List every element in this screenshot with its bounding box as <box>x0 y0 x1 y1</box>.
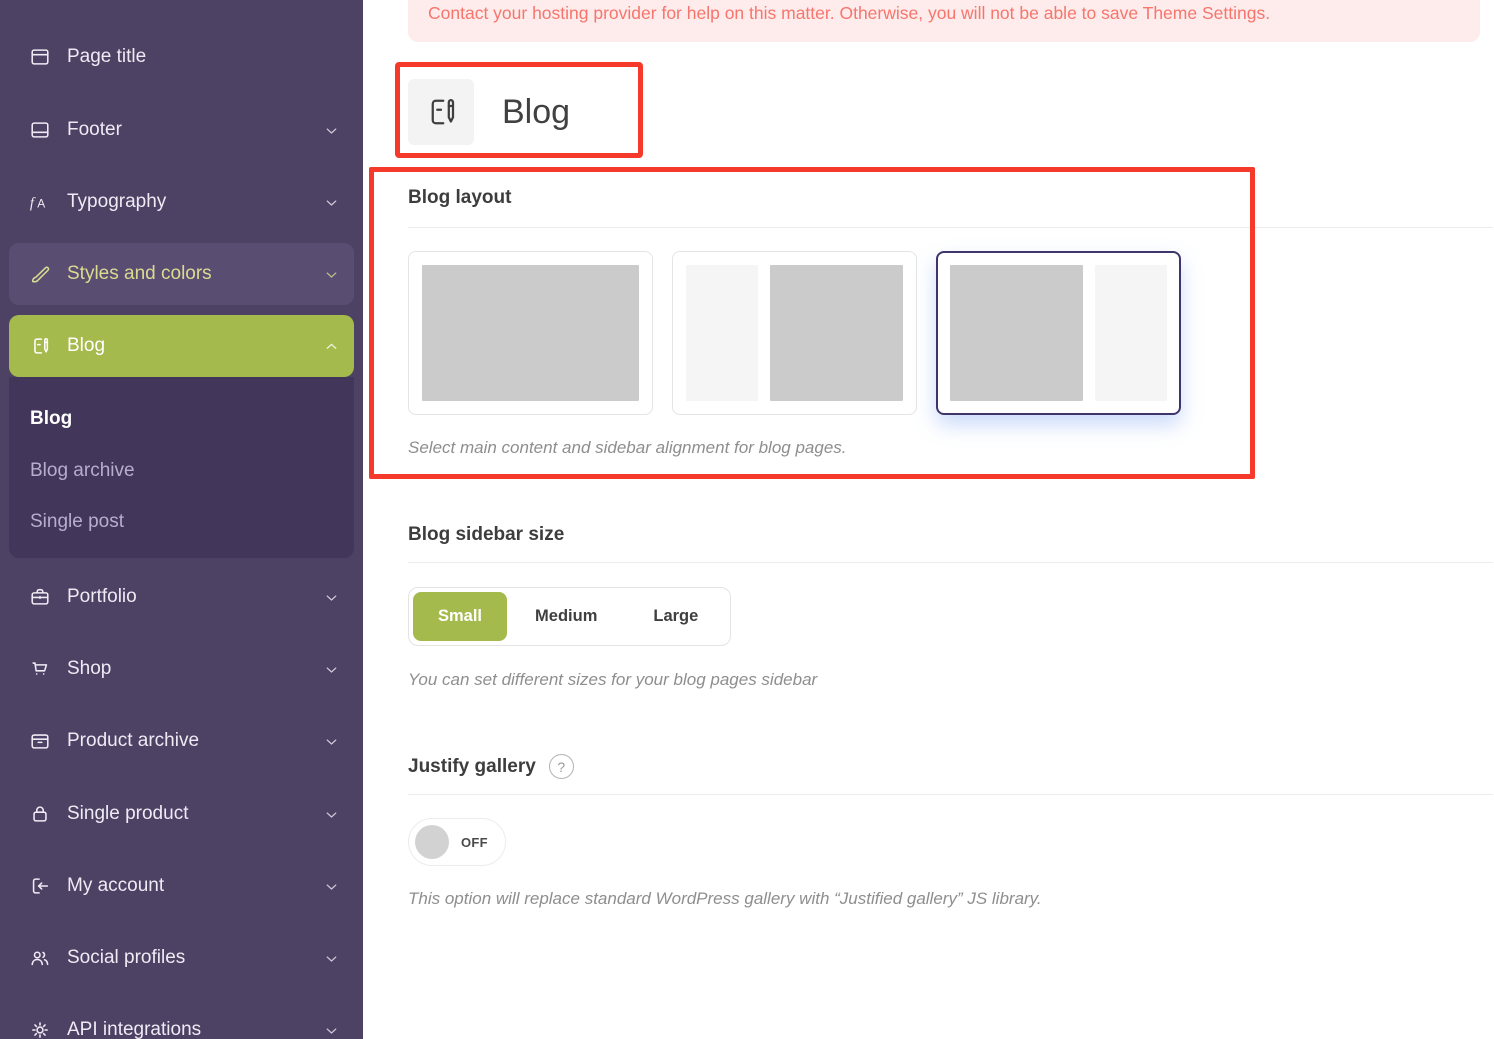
toggle-knob <box>415 825 449 859</box>
sidebar-item-label: My account <box>67 875 165 896</box>
blog-icon <box>431 99 455 125</box>
shop-cart-icon <box>28 657 52 681</box>
svg-text:f: f <box>30 196 36 212</box>
layout-option-full-width[interactable] <box>408 251 653 415</box>
styles-colors-icon <box>28 262 52 286</box>
sidebar-size-button-group: Small Medium Large <box>408 587 732 646</box>
layout-sidebar-block <box>1095 265 1167 401</box>
sidebar-item-single-product[interactable]: Single product <box>9 783 354 845</box>
size-option-large[interactable]: Large <box>625 592 726 641</box>
layout-content-block <box>770 265 903 401</box>
sidebar-item-api-integrations[interactable]: API integrations <box>9 999 354 1039</box>
product-archive-icon <box>28 729 52 753</box>
section-divider <box>408 227 1493 228</box>
sidebar-item-my-account[interactable]: My account <box>9 855 354 917</box>
layout-sidebar-block <box>686 265 758 401</box>
chevron-down-icon <box>323 194 340 211</box>
toggle-state-label: OFF <box>461 834 488 850</box>
settings-sidebar: Page title Footer fA Typography Styles a… <box>0 0 363 1039</box>
justify-gallery-section-title: Justify gallery ? <box>408 754 574 779</box>
layout-content-block <box>422 265 639 401</box>
sidebar-item-page-title[interactable]: Page title <box>9 26 354 88</box>
blog-layout-section-title: Blog layout <box>408 187 512 208</box>
sidebar-item-label: Single product <box>67 803 189 824</box>
sidebar-item-label: Styles and colors <box>67 263 212 284</box>
sidebar-item-blog[interactable]: Blog <box>9 315 354 377</box>
page-title-icon <box>28 45 52 69</box>
settings-content: Contact your hosting provider for help o… <box>363 0 1494 1039</box>
sidebar-item-label: Blog <box>67 335 106 356</box>
layout-option-sidebar-left[interactable] <box>672 251 917 415</box>
api-integrations-gear-icon <box>28 1018 52 1039</box>
single-product-lock-icon <box>28 802 52 826</box>
chevron-down-icon <box>323 950 340 967</box>
sidebar-item-shop[interactable]: Shop <box>9 638 354 700</box>
sidebar-size-help-text: You can set different sizes for your blo… <box>408 670 818 689</box>
chevron-down-icon <box>323 589 340 606</box>
sidebar-size-section-title: Blog sidebar size <box>408 524 565 545</box>
page-header: Blog <box>408 79 570 145</box>
portfolio-icon <box>28 585 52 609</box>
section-divider <box>408 562 1493 563</box>
chevron-down-icon <box>323 661 340 678</box>
submenu-item-blog[interactable]: Blog <box>30 408 72 430</box>
justify-gallery-title-text: Justify gallery <box>408 755 536 777</box>
footer-icon <box>28 118 52 142</box>
theme-settings-page: Page title Footer fA Typography Styles a… <box>0 0 1494 1039</box>
chevron-down-icon <box>323 878 340 895</box>
chevron-down-icon <box>323 806 340 823</box>
sidebar-item-portfolio[interactable]: Portfolio <box>9 566 354 628</box>
size-option-small[interactable]: Small <box>413 592 508 641</box>
page-title: Blog <box>502 92 571 131</box>
hosting-warning-notice: Contact your hosting provider for help o… <box>408 0 1480 42</box>
sidebar-item-typography[interactable]: fA Typography <box>9 171 354 233</box>
sidebar-item-label: Typography <box>67 191 167 212</box>
sidebar-item-footer[interactable]: Footer <box>9 99 354 161</box>
chevron-up-icon <box>323 338 340 355</box>
sidebar-item-label: Social profiles <box>67 947 186 968</box>
submenu-item-single-post[interactable]: Single post <box>30 511 124 533</box>
blog-icon <box>28 334 52 358</box>
notice-text: Contact your hosting provider for help o… <box>428 3 1271 23</box>
sidebar-item-label: Footer <box>67 119 122 140</box>
help-question-icon[interactable]: ? <box>548 754 574 779</box>
chevron-down-icon <box>323 733 340 750</box>
social-profiles-icon <box>28 946 52 970</box>
blog-layout-help-text: Select main content and sidebar alignmen… <box>408 438 847 457</box>
sidebar-item-social-profiles[interactable]: Social profiles <box>9 927 354 989</box>
chevron-down-icon <box>323 122 340 139</box>
sidebar-item-label: Shop <box>67 658 112 679</box>
blog-header-icon-tile <box>408 79 474 145</box>
sidebar-item-label: API integrations <box>67 1019 202 1039</box>
layout-option-sidebar-right[interactable] <box>936 251 1181 415</box>
svg-text:A: A <box>37 197 45 211</box>
layout-content-block <box>950 265 1083 401</box>
justify-gallery-toggle[interactable]: OFF <box>408 818 506 866</box>
typography-icon: fA <box>28 190 52 214</box>
sidebar-item-label: Portfolio <box>67 586 137 607</box>
sidebar-item-label: Page title <box>67 46 147 67</box>
submenu-item-blog-archive[interactable]: Blog archive <box>30 460 135 482</box>
sidebar-item-label: Product archive <box>67 730 200 751</box>
justify-gallery-help-text: This option will replace standard WordPr… <box>408 889 1042 908</box>
section-divider <box>408 794 1493 795</box>
my-account-signin-icon <box>28 874 52 898</box>
chevron-down-icon <box>323 266 340 283</box>
blog-layout-options <box>408 251 1181 415</box>
sidebar-item-product-archive[interactable]: Product archive <box>9 710 354 772</box>
chevron-down-icon <box>323 1022 340 1039</box>
blog-submenu: Blog Blog archive Single post <box>9 377 354 558</box>
sidebar-item-styles-and-colors[interactable]: Styles and colors <box>9 243 354 305</box>
size-option-medium[interactable]: Medium <box>507 592 625 641</box>
